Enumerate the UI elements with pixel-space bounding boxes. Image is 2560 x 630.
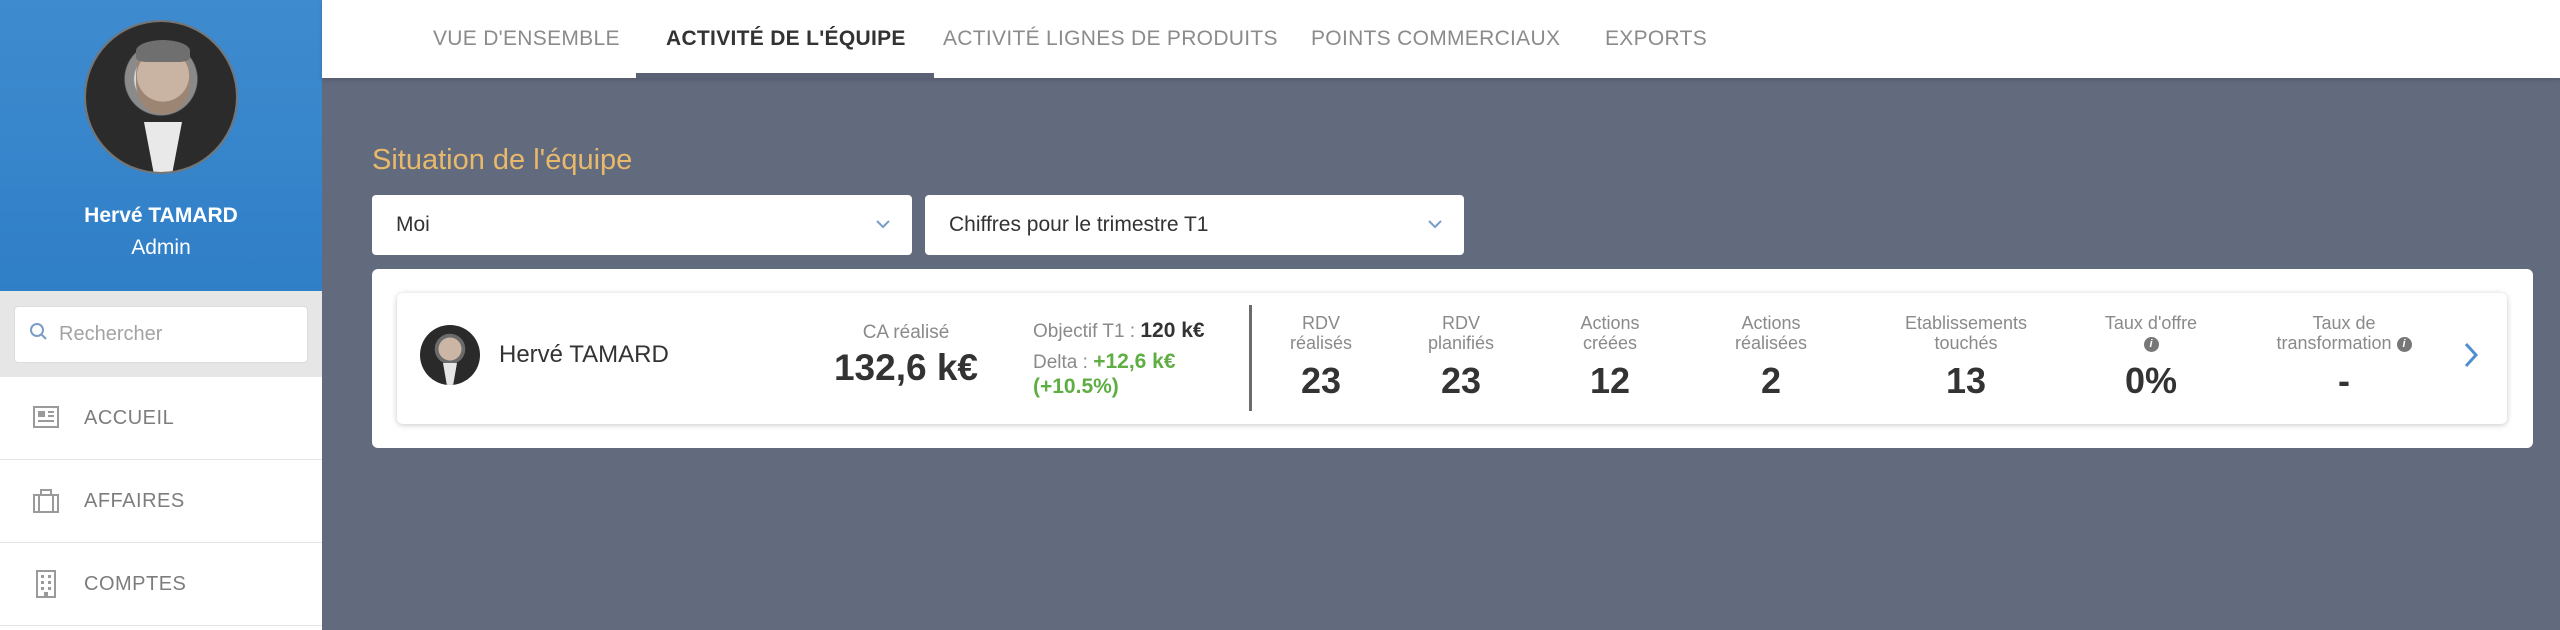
ca-label: CA réalisé xyxy=(862,322,950,343)
active-tab-indicator xyxy=(636,73,934,78)
stat-label: créées xyxy=(1582,333,1638,353)
delta-label: Delta : xyxy=(1033,352,1088,373)
top-tab-bar: VUE D'ENSEMBLE ACTIVITÉ DE L'ÉQUIPE ACTI… xyxy=(322,0,2560,78)
stat-label: réalisés xyxy=(1289,333,1353,353)
building-icon xyxy=(30,568,62,600)
chevron-down-icon xyxy=(874,215,892,239)
stat-rdv-planifies: RDV planifiés 23 xyxy=(1406,313,1516,402)
chevron-right-icon[interactable] xyxy=(2460,340,2482,375)
sidebar-item-accueil[interactable]: ACCUEIL xyxy=(0,377,322,460)
stat-label: Actions xyxy=(1580,313,1640,333)
sidebar-item-affaires[interactable]: AFFAIRES xyxy=(0,460,322,543)
tab-vue-ensemble[interactable]: VUE D'ENSEMBLE xyxy=(433,0,620,78)
stat-value: 23 xyxy=(1300,360,1342,401)
delta-line: Delta : +12,6 k€ xyxy=(1033,350,1176,374)
stat-actions-creees: Actions créées 12 xyxy=(1550,313,1670,402)
objective-line: Objectif T1 : 120 k€ xyxy=(1033,319,1205,343)
stat-taux-transformation: Taux de transformation i - xyxy=(2254,313,2434,402)
stat-value: 12 xyxy=(1589,360,1631,401)
period-select[interactable]: Chiffres pour le trimestre T1 xyxy=(925,195,1464,255)
stat-label: Actions xyxy=(1741,313,1801,333)
briefcase-icon xyxy=(30,485,62,517)
stat-rdv-realises: RDV réalisés 23 xyxy=(1266,313,1376,402)
stat-label: RDV xyxy=(1301,313,1340,333)
stat-label: transformation xyxy=(2276,333,2392,353)
avatar[interactable] xyxy=(84,20,238,174)
stat-label: planifiés xyxy=(1427,333,1495,353)
stat-value: 13 xyxy=(1945,360,1987,401)
delta-percent: (+10.5%) xyxy=(1033,375,1119,398)
search-input[interactable] xyxy=(59,323,299,346)
chevron-down-icon xyxy=(1426,215,1444,239)
ca-value: 132,6 k€ xyxy=(833,347,979,388)
tab-label: VUE D'ENSEMBLE xyxy=(433,27,620,50)
delta-value: +12,6 k€ xyxy=(1093,350,1176,373)
stat-value: - xyxy=(2338,360,2350,401)
sidebar-item-comptes[interactable]: COMPTES xyxy=(0,543,322,626)
tab-points-commerciaux[interactable]: POINTS COMMERCIAUX xyxy=(1311,0,1560,78)
stat-label: Etablissements xyxy=(1904,313,2028,333)
tab-label: ACTIVITÉ DE L'ÉQUIPE xyxy=(666,27,906,50)
tab-label: ACTIVITÉ LIGNES DE PRODUITS xyxy=(943,27,1278,50)
stat-label: Taux d'offre xyxy=(2104,313,2198,333)
tab-activite-lignes-produits[interactable]: ACTIVITÉ LIGNES DE PRODUITS xyxy=(943,0,1278,78)
stat-label: RDV xyxy=(1441,313,1480,333)
stat-value: 23 xyxy=(1440,360,1482,401)
stat-label: touchés xyxy=(1934,333,1998,353)
stat-label: réalisées xyxy=(1734,333,1808,353)
objective-label: Objectif T1 : xyxy=(1033,321,1136,342)
profile-header: Hervé TAMARD Admin xyxy=(0,0,322,291)
stat-etablissements-touches: Etablissements touchés 13 xyxy=(1881,313,2051,402)
member-name: Hervé TAMARD xyxy=(499,341,669,368)
tab-activite-equipe[interactable]: ACTIVITÉ DE L'ÉQUIPE xyxy=(666,0,906,78)
divider xyxy=(1249,305,1252,411)
stat-taux-offre: Taux d'offre i 0% xyxy=(2086,313,2216,402)
scope-select[interactable]: Moi xyxy=(372,195,912,255)
stat-value: 0% xyxy=(2124,360,2178,401)
sidebar-item-label: COMPTES xyxy=(84,572,187,595)
user-name: Hervé TAMARD xyxy=(84,204,238,227)
page-title: Situation de l'équipe xyxy=(372,144,633,176)
avatar xyxy=(420,325,480,385)
tab-exports[interactable]: EXPORTS xyxy=(1605,0,1707,78)
stat-actions-realisees: Actions réalisées 2 xyxy=(1711,313,1831,402)
info-icon[interactable]: i xyxy=(2143,336,2159,352)
newspaper-icon xyxy=(30,402,62,434)
search-area xyxy=(0,291,322,377)
search-icon xyxy=(29,322,49,347)
info-icon[interactable]: i xyxy=(2396,336,2412,352)
objective-value: 120 k€ xyxy=(1140,319,1205,342)
tab-label: EXPORTS xyxy=(1605,27,1708,50)
user-role: Admin xyxy=(131,236,191,259)
sidebar-item-label: ACCUEIL xyxy=(84,406,175,429)
sidebar: Hervé TAMARD Admin ACCUEIL AFFAIRES COMP… xyxy=(0,0,322,630)
sidebar-item-label: AFFAIRES xyxy=(84,489,185,512)
stat-value: 2 xyxy=(1760,360,1782,401)
stat-label: Taux de xyxy=(2312,313,2376,333)
scope-select-value: Moi xyxy=(396,213,430,236)
period-select-value: Chiffres pour le trimestre T1 xyxy=(949,213,1209,236)
search-box[interactable] xyxy=(14,306,308,363)
tab-label: POINTS COMMERCIAUX xyxy=(1311,27,1561,50)
